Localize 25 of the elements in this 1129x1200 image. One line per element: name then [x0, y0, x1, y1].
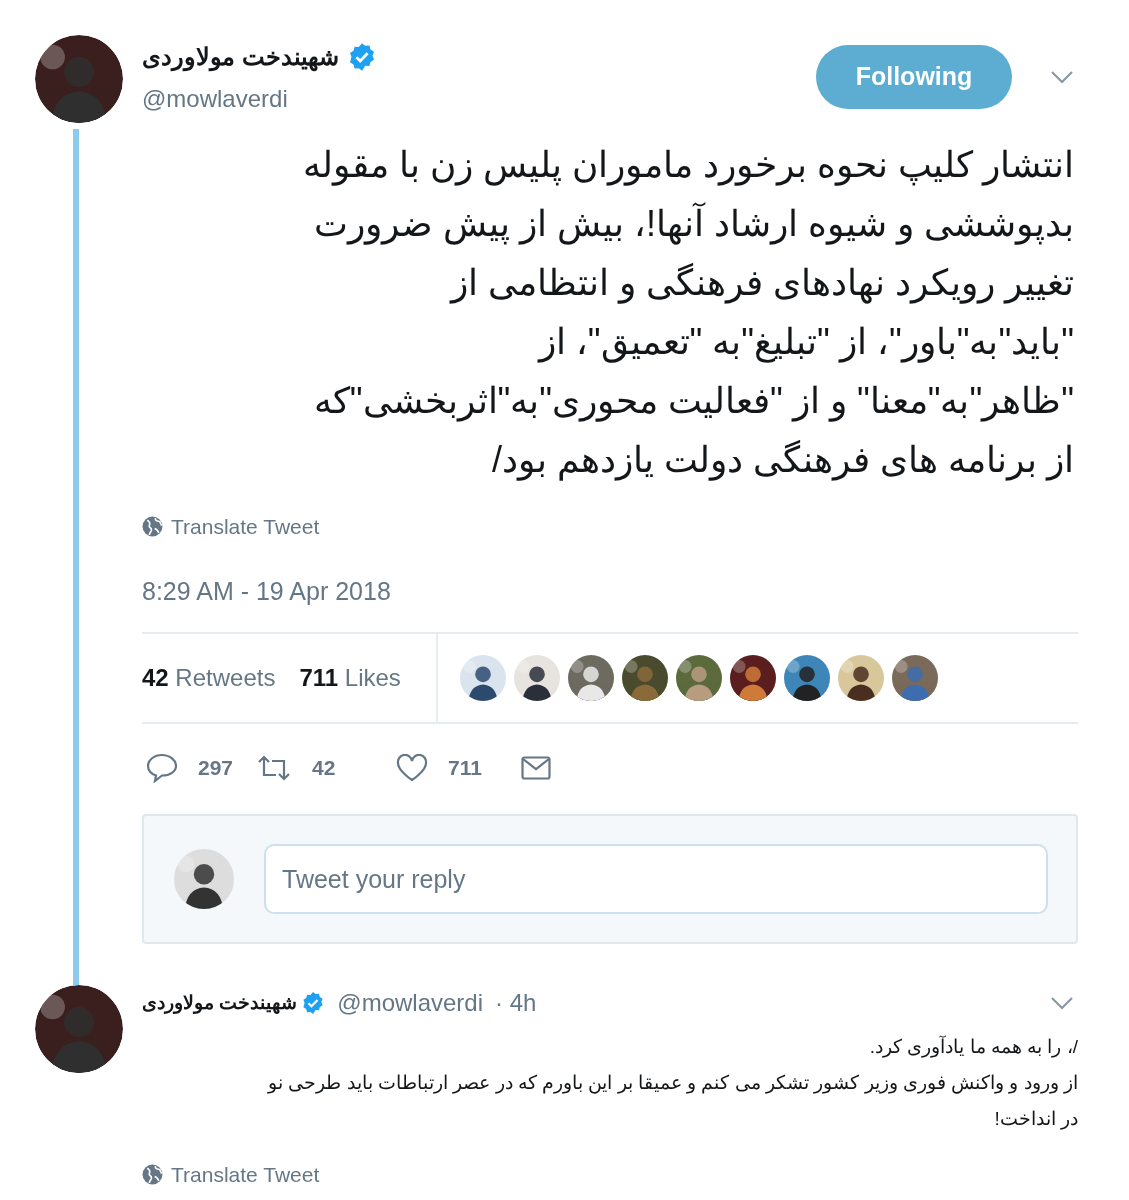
author-handle[interactable]: @mowlaverdi [337, 985, 483, 1021]
author-handle[interactable]: @mowlaverdi [142, 81, 377, 117]
timestamp[interactable]: 8:29 AM - 19 Apr 2018 [142, 572, 1078, 610]
speech-bubble-icon[interactable] [146, 753, 178, 783]
tweet-age[interactable]: · 4h [495, 985, 537, 1021]
author-name[interactable]: شهیندخت مولاوردی [142, 988, 298, 1018]
heart-icon[interactable] [396, 754, 428, 782]
retweet-icon[interactable] [256, 754, 292, 782]
action-count: 42 [312, 755, 336, 782]
author-name[interactable]: شهیندخت مولاوردی [142, 39, 339, 75]
following-button[interactable]: Following [816, 45, 1012, 109]
reply-field[interactable]: Tweet your reply [264, 844, 1048, 914]
chevron-down-icon[interactable] [1050, 996, 1074, 1010]
action-count: 297 [198, 755, 234, 782]
envelope-icon[interactable] [521, 756, 551, 780]
reply-text: /، را به همه ما یادآوری کرد. از ورود و واکنش فوری وزیر کشور تشکر می کنم و عمیقا بر این باورم که در عصر ارتباطات باید طرحی نو در انداخت! [266, 1034, 1078, 1132]
stat-count[interactable]: 711 Likes [299, 660, 401, 696]
translate-link[interactable]: Translate Tweet [171, 1159, 320, 1191]
globe-icon [142, 516, 163, 538]
action-count: 711 [448, 755, 482, 782]
chevron-down-icon[interactable] [1050, 70, 1074, 84]
stat-count[interactable]: 42 Retweets [142, 660, 276, 696]
tweet-text: انتشار کلیپ نحوه برخورد ماموران پلیس زن با مقوله بدپوششی و شیوه ارشاد آنها!، بیش از پیش ضرورت تغییر رویکرد نهادهای فرهنگی و انتظامی از "باید"به"باور"، از "تبلیغ"به "تعمیق"، از "ظاهر"به"معنا" و از "فعالیت محوری"به"اثربخشی"که از برنامه های فرهنگی دولت یازدهم بود/ [302, 143, 1075, 483]
translate-link[interactable]: Translate Tweet [171, 511, 320, 543]
globe-icon [142, 1164, 163, 1186]
